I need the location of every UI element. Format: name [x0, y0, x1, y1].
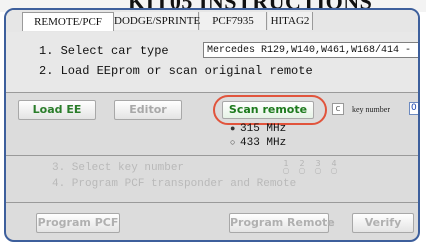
- load-ee-button[interactable]: Load EE: [18, 100, 96, 120]
- divider: [6, 155, 418, 156]
- check-icon: c: [335, 104, 341, 114]
- tab-hitag2[interactable]: HITAG2: [268, 12, 313, 30]
- key-slot-label: 3: [315, 159, 321, 168]
- step-4-label: 4. Program PCF transponder and Remote: [52, 178, 297, 190]
- radio-315mhz[interactable]: ● 315 MHz: [230, 123, 286, 135]
- divider: [6, 202, 418, 203]
- step-2-label: 2. Load EEprom or scan original remote: [39, 64, 313, 78]
- tab-dodge-sprinter[interactable]: DODGE/SPRINTER: [114, 12, 208, 30]
- key-slot-2[interactable]: 2 ○: [297, 159, 307, 175]
- scan-remote-button[interactable]: Scan remote: [222, 101, 314, 119]
- car-type-select[interactable]: Mercedes R129,W140,W461,W168/414 -: [203, 42, 418, 58]
- instructions-panel: 1. Select car type Mercedes R129,W140,W4…: [6, 32, 418, 92]
- verify-button[interactable]: Verify: [352, 213, 414, 233]
- program-remote-button[interactable]: Program Remote: [229, 213, 335, 233]
- radio-315mhz-label: 315 MHz: [240, 123, 287, 135]
- divider: [6, 92, 418, 93]
- radio-unselected-icon: ○: [230, 138, 236, 148]
- key-slot-3[interactable]: 3 ○: [313, 159, 323, 175]
- key-slot-label: 2: [299, 159, 305, 168]
- app-window: REMOTE/PCF DODGE/SPRINTER PCF7935 HITAG2…: [4, 8, 420, 242]
- program-pcf-button[interactable]: Program PCF: [36, 213, 120, 233]
- radio-selected-icon: ●: [230, 124, 236, 134]
- key-number-checkbox[interactable]: c: [332, 103, 344, 115]
- step-3-label: 3. Select key number: [52, 162, 185, 174]
- key-slot-4[interactable]: 4 ○: [329, 159, 339, 175]
- step-1-label: 1. Select car type: [39, 44, 169, 58]
- radio-433mhz-label: 433 MHz: [240, 137, 287, 149]
- key-slot-label: 1: [283, 159, 289, 168]
- key-slot-label: 4: [331, 159, 337, 168]
- tab-bar: REMOTE/PCF DODGE/SPRINTER PCF7935 HITAG2: [6, 10, 418, 32]
- key-number-input[interactable]: 0: [409, 102, 418, 115]
- tab-remote-pcf[interactable]: REMOTE/PCF: [22, 12, 114, 31]
- key-number-label: key number: [352, 105, 390, 114]
- radio-433mhz[interactable]: ○ 433 MHz: [230, 137, 286, 149]
- tab-pcf7935[interactable]: PCF7935: [200, 12, 267, 30]
- editor-button[interactable]: Editor: [114, 100, 182, 120]
- key-slot-1[interactable]: 1 ○: [281, 159, 291, 175]
